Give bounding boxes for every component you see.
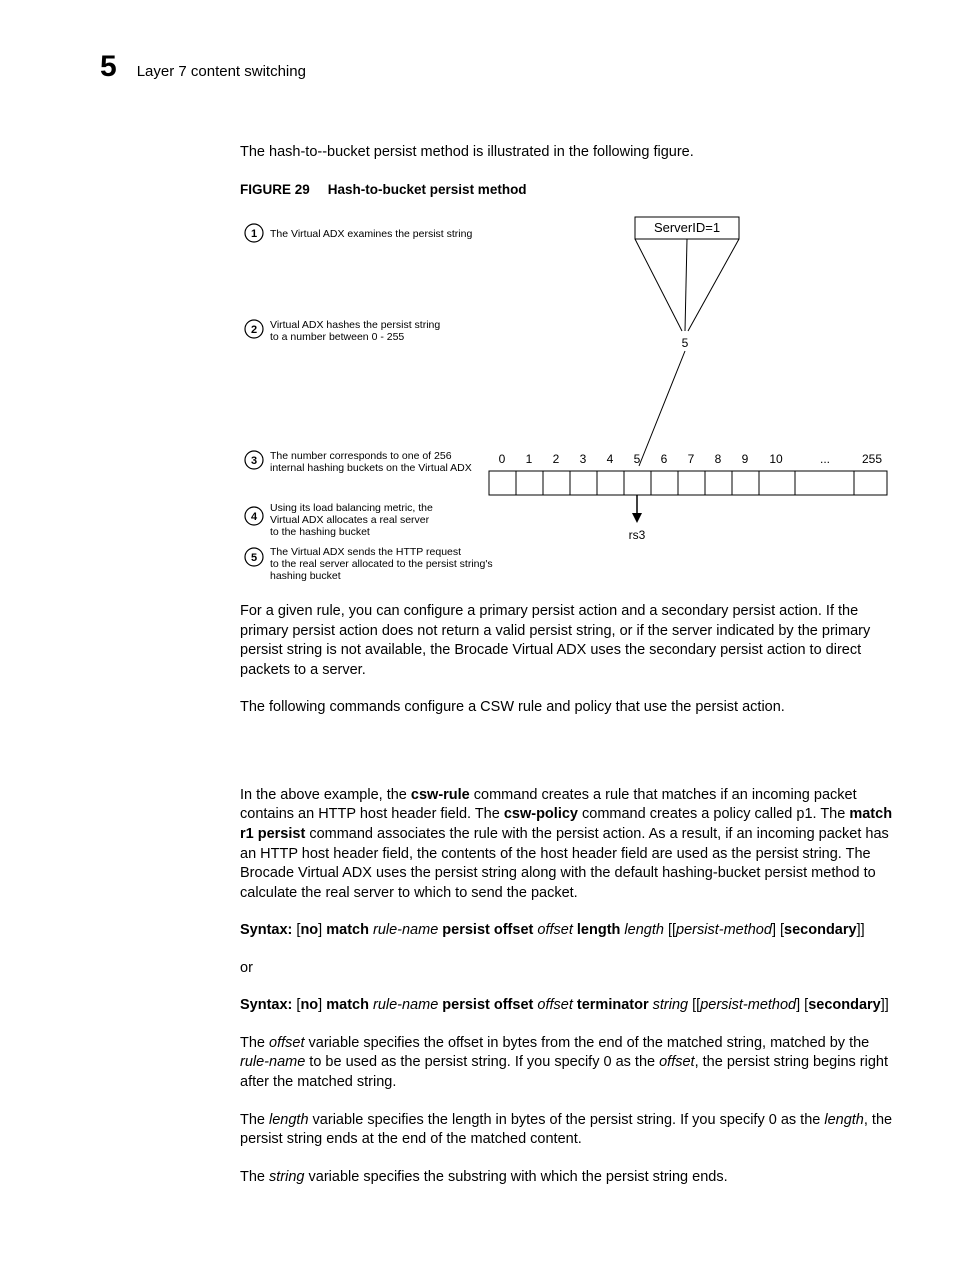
svg-text:255: 255 bbox=[862, 452, 882, 466]
svg-text:1: 1 bbox=[526, 452, 533, 466]
paragraph-2: The following commands configure a CSW r… bbox=[240, 698, 894, 718]
svg-text:0: 0 bbox=[499, 452, 506, 466]
step-2b-text: to a number between 0 - 255 bbox=[270, 331, 404, 343]
paragraph-6: The string variable specifies the substr… bbox=[240, 1168, 894, 1188]
figure-title: Hash-to-bucket persist method bbox=[328, 182, 527, 197]
step-1-text: The Virtual ADX examines the persist str… bbox=[270, 228, 472, 240]
step-4c-text: to the hashing bucket bbox=[270, 526, 370, 538]
paragraph-1: For a given rule, you can configure a pr… bbox=[240, 602, 894, 680]
step-5a-text: The Virtual ADX sends the HTTP request bbox=[270, 546, 461, 558]
chapter-number: 5 bbox=[100, 50, 117, 84]
intro-text: The hash-to--bucket persist method is il… bbox=[240, 144, 894, 160]
figure-diagram: 1 The Virtual ADX examines the persist s… bbox=[240, 209, 894, 594]
svg-text:9: 9 bbox=[742, 452, 749, 466]
server-id-label: ServerID=1 bbox=[654, 220, 720, 235]
page-header: 5 Layer 7 content switching bbox=[100, 50, 894, 84]
paragraph-5: The length variable specifies the length… bbox=[240, 1111, 894, 1150]
syntax-line-2: Syntax: [no] match rule-name persist off… bbox=[240, 996, 894, 1016]
paragraph-4: The offset variable specifies the offset… bbox=[240, 1034, 894, 1093]
step-2a-text: Virtual ADX hashes the persist string bbox=[270, 319, 440, 331]
svg-text:1: 1 bbox=[251, 228, 257, 240]
result-server: rs3 bbox=[629, 528, 646, 542]
step-5b-text: to the real server allocated to the pers… bbox=[270, 558, 493, 570]
or-text: or bbox=[240, 959, 894, 979]
step-3a-text: The number corresponds to one of 256 bbox=[270, 450, 452, 462]
svg-text:3: 3 bbox=[251, 455, 257, 467]
document-page: 5 Layer 7 content switching The hash-to-… bbox=[0, 0, 954, 1265]
svg-text:4: 4 bbox=[607, 452, 614, 466]
hash-value: 5 bbox=[682, 336, 689, 350]
svg-text:8: 8 bbox=[715, 452, 722, 466]
svg-text:...: ... bbox=[820, 452, 830, 466]
paragraph-3: In the above example, the csw-rule comma… bbox=[240, 786, 894, 903]
svg-text:5: 5 bbox=[634, 452, 641, 466]
bucket-labels: 0 1 2 3 4 5 6 7 8 9 10 ... 255 bbox=[499, 452, 883, 466]
svg-text:2: 2 bbox=[251, 324, 257, 336]
svg-text:10: 10 bbox=[769, 452, 783, 466]
svg-text:5: 5 bbox=[251, 552, 257, 564]
syntax-line-1: Syntax: [no] match rule-name persist off… bbox=[240, 921, 894, 941]
svg-text:3: 3 bbox=[580, 452, 587, 466]
svg-text:4: 4 bbox=[251, 511, 258, 523]
svg-text:7: 7 bbox=[688, 452, 695, 466]
svg-text:2: 2 bbox=[553, 452, 560, 466]
chapter-title: Layer 7 content switching bbox=[137, 63, 306, 80]
step-4b-text: Virtual ADX allocates a real server bbox=[270, 514, 430, 526]
figure-number: FIGURE 29 bbox=[240, 182, 310, 197]
content-area: The hash-to--bucket persist method is il… bbox=[240, 144, 894, 1187]
svg-text:6: 6 bbox=[661, 452, 668, 466]
step-3b-text: internal hashing buckets on the Virtual … bbox=[270, 462, 472, 474]
figure-caption: FIGURE 29 Hash-to-bucket persist method bbox=[240, 182, 894, 197]
step-4a-text: Using its load balancing metric, the bbox=[270, 502, 433, 514]
step-5c-text: hashing bucket bbox=[270, 570, 341, 582]
